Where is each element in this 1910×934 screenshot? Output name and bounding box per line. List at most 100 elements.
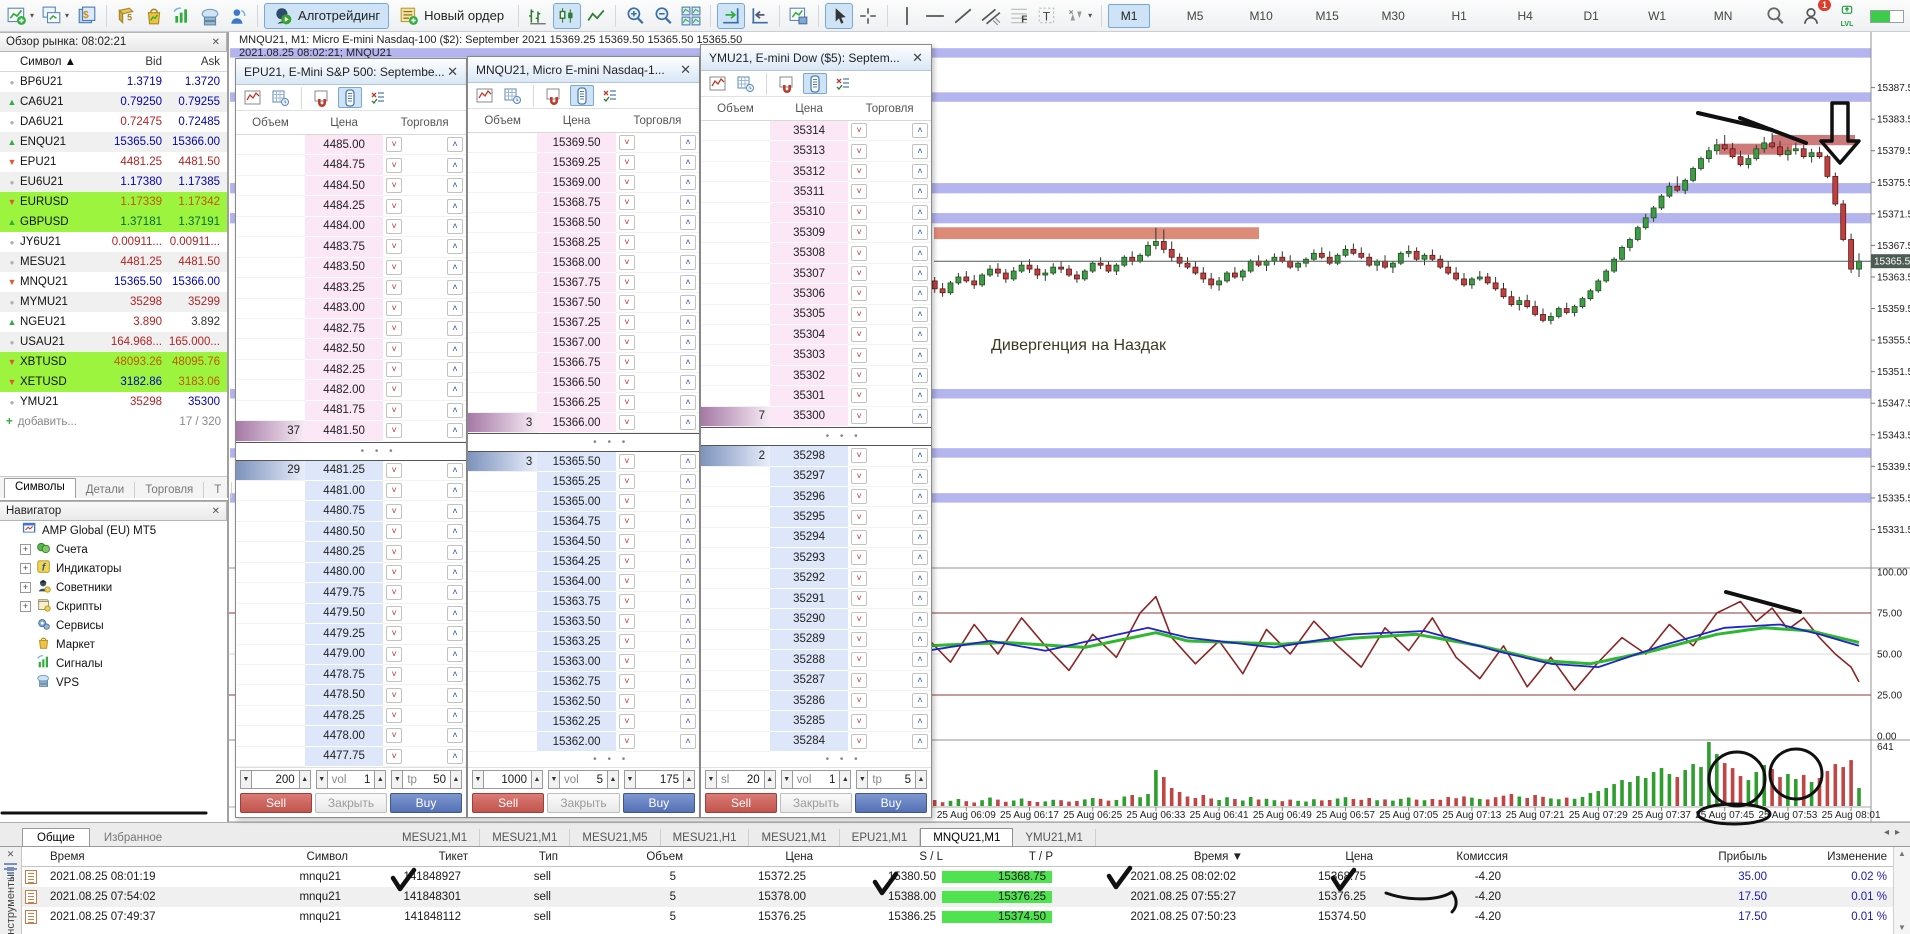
sell-chevron-button[interactable]: ˅ [386, 362, 403, 378]
market-watch-row[interactable]: ● YMU21 35298 35300 [0, 392, 227, 412]
ladder-price[interactable]: 35309 [770, 223, 849, 244]
navigator-item[interactable]: VPS [0, 673, 227, 692]
ladder-price[interactable]: 4479.00 [305, 644, 384, 665]
timeframe-m1[interactable]: M1 [1108, 3, 1151, 28]
sell-chevron-button[interactable]: ˅ [851, 529, 868, 545]
ladder-price[interactable]: 35310 [770, 202, 849, 224]
ladder-price[interactable]: 4484.75 [305, 155, 384, 176]
ladder-price[interactable]: 4484.50 [305, 175, 384, 197]
sell-chevron-button[interactable]: ˅ [618, 734, 635, 749]
buy-chevron-button[interactable]: ˄ [446, 341, 463, 357]
sell-chevron-button[interactable]: ˅ [618, 235, 635, 250]
buy-chevron-button[interactable]: ˄ [911, 306, 928, 322]
buy-chevron-button[interactable]: ˄ [446, 728, 463, 744]
spinner-up-icon[interactable]: ▲ [763, 770, 776, 789]
ladder-price[interactable]: 15363.25 [537, 632, 616, 652]
spinner-control[interactable]: ▼ vol 1 ▲ [780, 770, 852, 789]
sell-chevron-button[interactable]: ˅ [618, 135, 635, 150]
spinner-down-icon[interactable]: ▼ [780, 770, 793, 789]
buy-chevron-button[interactable]: ˄ [446, 362, 463, 378]
spinner-value-box[interactable]: tp 5 [868, 770, 916, 789]
expand-icon[interactable]: + [20, 582, 31, 593]
dom-ladder-button[interactable] [803, 73, 827, 94]
ladder-price[interactable]: 4485.00 [305, 135, 384, 156]
sell-button[interactable]: Sell [240, 793, 312, 813]
crosshair-button[interactable] [855, 3, 881, 29]
sell-chevron-button[interactable]: ˅ [618, 335, 635, 350]
ladder-price[interactable]: 35298 [770, 446, 849, 467]
market-watch-row[interactable]: ● EU6U21 1.17380 1.17385 [0, 172, 227, 192]
table-column-header[interactable]: S / L [819, 851, 949, 863]
new-order-button[interactable]: Новый ордер [391, 3, 512, 29]
buy-chevron-button[interactable]: ˄ [911, 550, 928, 566]
text-button[interactable]: T [1034, 3, 1060, 29]
ladder-price[interactable]: 35289 [770, 629, 849, 651]
spinner-value-box[interactable]: vol 1 [327, 770, 375, 789]
market-watch-row[interactable]: ▼ EPU21 4481.25 4481.50 [0, 152, 227, 172]
spinner-control[interactable]: ▼ tp 5 ▲ [856, 770, 928, 789]
buy-chevron-button[interactable]: ˄ [911, 631, 928, 647]
arrows-button[interactable]: ▾ [1062, 3, 1095, 29]
toolbox-tab-избранное[interactable]: Избранное [90, 829, 176, 847]
sell-chevron-button[interactable]: ˅ [386, 585, 403, 601]
table-column-header[interactable]: Цена [689, 851, 819, 863]
close-icon[interactable]: ✕ [212, 506, 220, 517]
buy-chevron-button[interactable]: ˄ [679, 514, 696, 529]
buy-chevron-button[interactable]: ˄ [679, 694, 696, 709]
sell-chevron-button[interactable]: ˅ [386, 605, 403, 621]
sell-chevron-button[interactable]: ˅ [851, 123, 868, 139]
spinner-up-icon[interactable]: ▲ [298, 770, 311, 789]
sell-chevron-button[interactable]: ˅ [618, 155, 635, 170]
template-button[interactable] [786, 3, 812, 29]
ladder-price[interactable]: 35297 [770, 466, 849, 487]
ladder-price[interactable]: 15367.25 [537, 313, 616, 333]
buy-chevron-button[interactable]: ˄ [911, 448, 928, 464]
buy-chevron-button[interactable]: ˄ [679, 315, 696, 330]
dom-table-button[interactable] [501, 85, 525, 106]
ladder-price[interactable]: 35312 [770, 161, 849, 183]
sell-chevron-button[interactable]: ˅ [851, 652, 868, 668]
spinner-control[interactable]: ▼ 175 ▲ [624, 770, 695, 789]
spinner-down-icon[interactable]: ▼ [391, 770, 404, 789]
buy-chevron-button[interactable]: ˄ [446, 687, 463, 703]
ladder-price[interactable]: 15363.00 [537, 652, 616, 672]
ladder-price[interactable]: 4478.50 [305, 685, 384, 706]
navigator-item[interactable]: + Советники [0, 578, 227, 597]
lvl-button[interactable]: LVL [1834, 3, 1860, 29]
table-scrollbar[interactable]: ▲ ▼ [1893, 847, 1910, 934]
dom-oneclick-button[interactable] [366, 87, 390, 108]
table-column-header[interactable]: Цена [1249, 851, 1379, 863]
buy-chevron-button[interactable]: ˄ [446, 259, 463, 275]
ladder-price[interactable]: 15362.50 [537, 692, 616, 712]
buy-chevron-button[interactable]: ˄ [911, 672, 928, 688]
table-column-header[interactable]: Время [44, 851, 234, 863]
ladder-price[interactable]: 15366.25 [537, 393, 616, 413]
sell-chevron-button[interactable]: ˅ [618, 275, 635, 290]
buy-chevron-button[interactable]: ˄ [446, 178, 463, 194]
dom-oneclick-button[interactable] [831, 73, 855, 94]
ladder-price[interactable]: 15368.75 [537, 193, 616, 213]
buy-chevron-button[interactable]: ˄ [911, 733, 928, 749]
dom-ladder-button[interactable] [570, 85, 594, 106]
ladder-price[interactable]: 15366.50 [537, 373, 616, 393]
sell-chevron-button[interactable]: ˅ [386, 382, 403, 398]
sell-chevron-button[interactable]: ˅ [851, 509, 868, 525]
dom-table-button[interactable] [269, 87, 293, 108]
buy-chevron-button[interactable]: ˄ [446, 748, 463, 764]
buy-chevron-button[interactable]: ˄ [679, 175, 696, 190]
tab-scroll-arrows[interactable]: ◂▸ [1884, 827, 1906, 838]
navigator-item[interactable]: + f Индикаторы [0, 559, 227, 578]
market-bag-button[interactable] [141, 3, 167, 29]
community-button[interactable] [225, 3, 251, 29]
sell-chevron-button[interactable]: ˅ [386, 178, 403, 194]
ladder-price[interactable]: 35285 [770, 711, 849, 732]
table-column-header[interactable]: Комиссия [1379, 851, 1514, 863]
spinner-up-icon[interactable]: ▲ [531, 770, 543, 789]
buy-chevron-button[interactable]: ˄ [679, 534, 696, 549]
timeframe-d1[interactable]: D1 [1570, 4, 1612, 28]
sell-chevron-button[interactable]: ˅ [618, 714, 635, 729]
sell-chevron-button[interactable]: ˅ [618, 454, 635, 469]
document-icon[interactable] [4, 863, 17, 868]
sell-chevron-button[interactable]: ˅ [851, 733, 868, 749]
ladder-price[interactable]: 35288 [770, 650, 849, 671]
